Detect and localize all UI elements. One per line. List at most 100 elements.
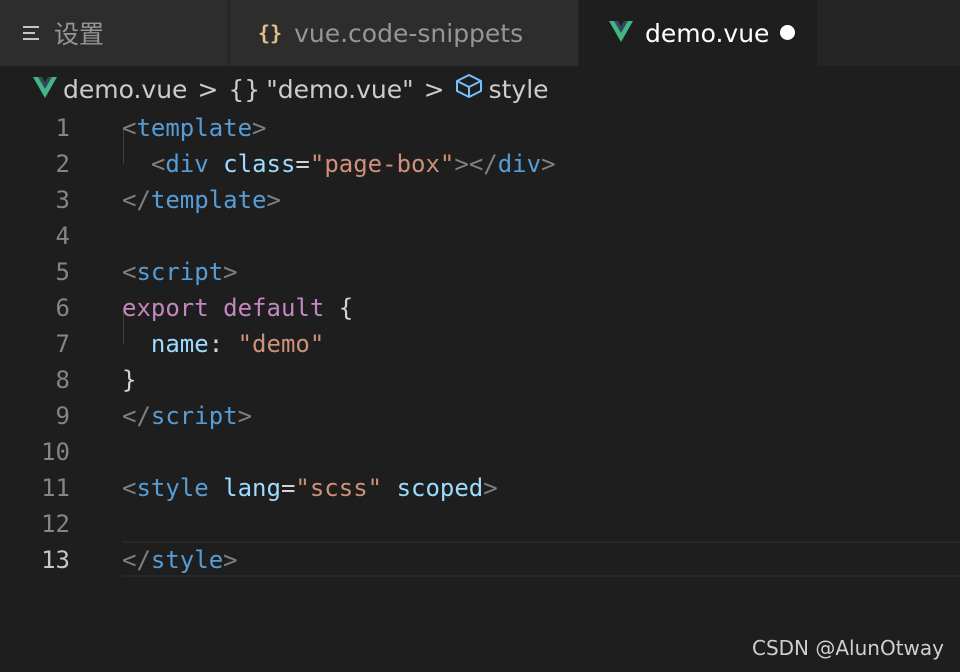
code-line[interactable]: 1 <template> bbox=[0, 110, 960, 146]
curly-braces-icon: {} bbox=[228, 74, 261, 104]
code-line[interactable]: 3 </template> bbox=[0, 182, 960, 218]
code-token: < bbox=[122, 114, 137, 142]
code-token: > bbox=[237, 402, 253, 430]
code-text: <template> bbox=[122, 110, 267, 146]
line-number: 4 bbox=[55, 222, 70, 250]
line-number: 13 bbox=[41, 546, 70, 574]
code-text: </script> bbox=[122, 398, 252, 434]
code-token: > bbox=[266, 186, 281, 214]
line-number: 8 bbox=[55, 366, 70, 394]
code-token: "demo" bbox=[237, 330, 325, 358]
breadcrumb-symbol[interactable]: style bbox=[455, 73, 549, 105]
code-token: style bbox=[136, 474, 209, 502]
breadcrumb: demo.vue > {} "demo.vue" > style bbox=[0, 66, 960, 112]
line-number: 7 bbox=[55, 330, 70, 358]
code-text: export default { bbox=[122, 290, 353, 326]
code-token: template bbox=[150, 186, 267, 214]
code-token: } bbox=[122, 366, 137, 394]
settings-list-icon bbox=[22, 19, 42, 48]
code-token: class bbox=[223, 150, 296, 178]
code-token: = bbox=[295, 150, 310, 178]
code-token: script bbox=[150, 402, 238, 430]
chevron-right-icon: > bbox=[197, 74, 219, 104]
code-line[interactable]: 4 bbox=[0, 218, 960, 254]
tab-demo-vue[interactable]: demo.vue bbox=[579, 0, 817, 66]
cube-icon bbox=[455, 73, 483, 105]
breadcrumb-object[interactable]: {} "demo.vue" bbox=[228, 75, 413, 104]
code-line[interactable]: 13 </style> bbox=[0, 542, 960, 578]
code-token: < bbox=[150, 150, 166, 178]
tab-label: vue.code-snippets bbox=[294, 18, 524, 48]
breadcrumb-file[interactable]: demo.vue bbox=[33, 75, 187, 104]
editor-tab-bar: 设置 {} vue.code-snippets demo.vue bbox=[0, 0, 960, 66]
code-line[interactable]: 5 <script> bbox=[0, 254, 960, 290]
code-token: > bbox=[223, 258, 238, 286]
breadcrumb-symbol-label: style bbox=[488, 74, 549, 104]
code-text: <style lang="scss" scoped> bbox=[122, 470, 498, 506]
code-line[interactable]: 10 bbox=[0, 434, 960, 470]
line-number: 11 bbox=[41, 474, 70, 502]
code-token: "page-box" bbox=[309, 150, 455, 178]
tab-vue-code-snippets[interactable]: {} vue.code-snippets bbox=[230, 0, 578, 66]
code-token: div bbox=[497, 150, 542, 178]
code-token: default bbox=[223, 294, 325, 322]
code-text: </template> bbox=[122, 182, 281, 218]
vue-logo-icon bbox=[33, 75, 57, 104]
code-token: export bbox=[122, 294, 209, 322]
code-text: } bbox=[122, 362, 136, 398]
code-token: </ bbox=[122, 186, 151, 214]
tab-label: demo.vue bbox=[645, 18, 770, 48]
code-token: : bbox=[208, 330, 238, 358]
code-line[interactable]: 12 bbox=[0, 506, 960, 542]
watermark: CSDN @AlunOtway bbox=[751, 636, 944, 660]
code-editor[interactable]: 1 <template> 2 <div class="page-box"></div… bbox=[0, 110, 960, 590]
code-token: style bbox=[150, 546, 224, 574]
line-number: 3 bbox=[55, 186, 70, 214]
line-number: 2 bbox=[55, 150, 70, 178]
vue-logo-icon bbox=[609, 19, 633, 48]
breadcrumb-file-label: demo.vue bbox=[63, 74, 188, 104]
tab-settings[interactable]: 设置 bbox=[0, 0, 229, 66]
breadcrumb-object-label: "demo.vue" bbox=[266, 74, 414, 104]
line-number: 5 bbox=[55, 258, 70, 286]
code-token: name bbox=[150, 330, 209, 358]
code-token: </ bbox=[122, 546, 151, 574]
code-token: template bbox=[136, 114, 253, 142]
code-line[interactable]: 2 <div class="page-box"></div> bbox=[0, 146, 960, 182]
code-token: = bbox=[280, 474, 296, 502]
unsaved-dot-icon[interactable] bbox=[780, 25, 795, 40]
code-token: div bbox=[165, 150, 209, 178]
code-text: <div class="page-box"></div> bbox=[122, 146, 556, 182]
code-token: > bbox=[541, 150, 556, 178]
code-token: ></ bbox=[454, 150, 498, 178]
code-token: < bbox=[122, 258, 137, 286]
line-number: 10 bbox=[41, 438, 70, 466]
code-line[interactable]: 7 name: "demo" bbox=[0, 326, 960, 362]
code-token: "scss" bbox=[295, 474, 383, 502]
code-token: script bbox=[136, 258, 224, 286]
code-line[interactable]: 11 <style lang="scss" scoped> bbox=[0, 470, 960, 506]
code-line[interactable]: 8} bbox=[0, 362, 960, 398]
code-token: > bbox=[223, 546, 238, 574]
code-token: { bbox=[324, 294, 354, 322]
code-token: > bbox=[483, 474, 498, 502]
code-text: name: "demo" bbox=[122, 326, 324, 362]
code-token: </ bbox=[122, 402, 151, 430]
line-number: 6 bbox=[55, 294, 70, 322]
code-token: scoped bbox=[396, 474, 484, 502]
line-number: 12 bbox=[41, 510, 70, 538]
code-token: < bbox=[122, 474, 137, 502]
line-number: 9 bbox=[55, 402, 70, 430]
code-line[interactable]: 6 export default { bbox=[0, 290, 960, 326]
code-line[interactable]: 9 </script> bbox=[0, 398, 960, 434]
line-number: 1 bbox=[55, 114, 70, 142]
code-token: lang bbox=[223, 474, 281, 502]
code-text: <script> bbox=[122, 254, 238, 290]
tab-label: 设置 bbox=[54, 20, 105, 49]
